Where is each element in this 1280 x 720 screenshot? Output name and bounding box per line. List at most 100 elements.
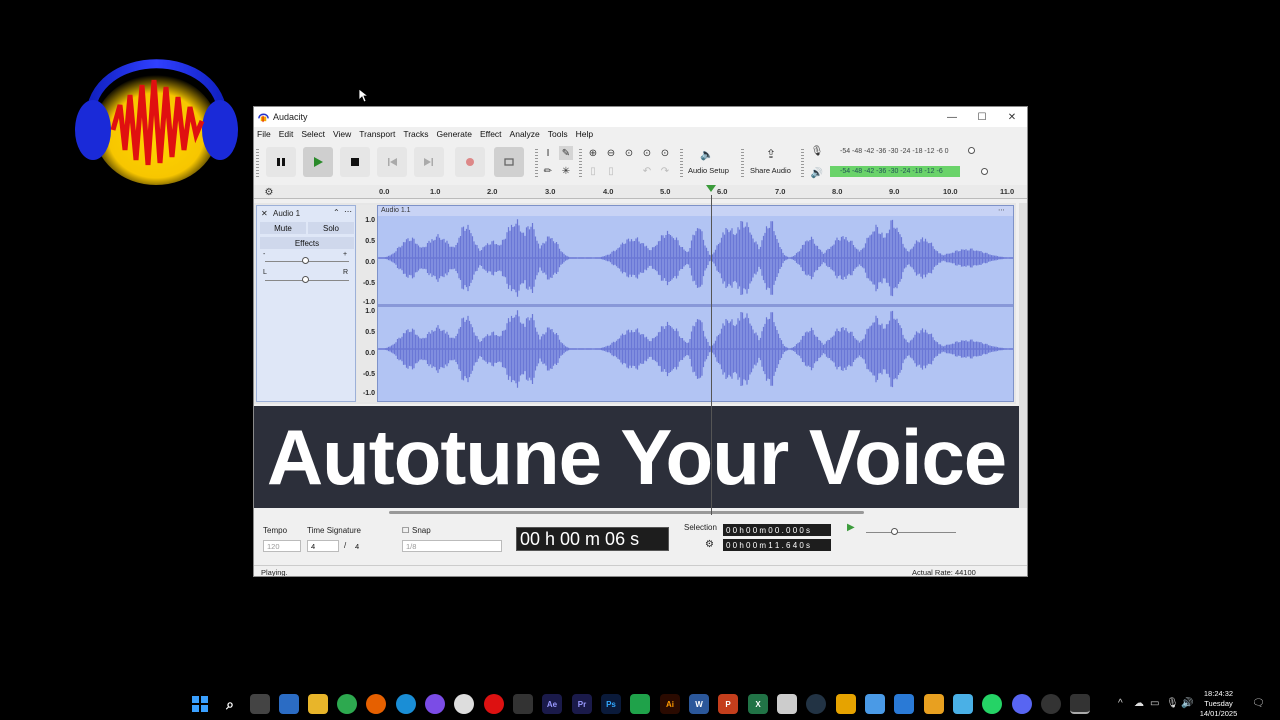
snap-checkbox[interactable]: ☐: [402, 526, 409, 535]
menu-analyze[interactable]: Analyze: [510, 129, 540, 139]
play-speed-knob[interactable]: [891, 528, 898, 535]
microphone-icon[interactable]: 🎙: [810, 144, 824, 158]
excel-icon[interactable]: X: [748, 694, 768, 714]
edge-icon[interactable]: [396, 694, 416, 714]
waveform-clip[interactable]: Audio 1.1 ⋯: [377, 205, 1014, 402]
droplet-app-icon[interactable]: [865, 694, 885, 714]
zoom-selection-icon[interactable]: ⊙: [622, 146, 636, 160]
blue-app-icon[interactable]: [894, 694, 914, 714]
settings-app-icon[interactable]: [953, 694, 973, 714]
vertical-scrollbar[interactable]: [1019, 203, 1027, 508]
toolbar-grip[interactable]: [680, 149, 683, 179]
toolbar-grip[interactable]: [579, 149, 582, 179]
clip-header[interactable]: Audio 1.1 ⋯: [378, 206, 1013, 216]
track-menu-icon[interactable]: ⋯: [344, 207, 352, 216]
playback-meter[interactable]: -54 -48 -42 -36 -30 -24 -18 -12 -6: [830, 166, 960, 177]
toolbar-grip[interactable]: [535, 149, 538, 179]
playback-speaker-icon[interactable]: 🔊: [810, 166, 824, 180]
time-display[interactable]: 00 h 00 m 06 s: [516, 527, 669, 551]
orange-app-icon[interactable]: [924, 694, 944, 714]
toolbar-grip[interactable]: [801, 149, 804, 179]
share-icon[interactable]: ⇪: [764, 147, 778, 161]
zoom-out-icon[interactable]: ⊖: [604, 146, 618, 160]
menu-effect[interactable]: Effect: [480, 129, 502, 139]
illustrator-icon[interactable]: Ai: [660, 694, 680, 714]
zoom-toggle-icon[interactable]: ⊙: [658, 146, 672, 160]
search-icon[interactable]: ⌕: [220, 694, 240, 714]
horizontal-scrollbar[interactable]: [389, 511, 864, 514]
menu-tracks[interactable]: Tracks: [403, 129, 428, 139]
menu-view[interactable]: View: [333, 129, 351, 139]
skip-to-start-button[interactable]: [377, 147, 407, 177]
green-app-icon[interactable]: [630, 694, 650, 714]
tempo-field[interactable]: 120: [263, 540, 301, 552]
after-effects-icon[interactable]: Ae: [542, 694, 562, 714]
selection-start-time[interactable]: 0 0 h 0 0 m 0 0 . 0 0 0 s: [723, 524, 831, 536]
audio-setup-button[interactable]: Audio Setup: [688, 166, 729, 175]
skip-to-end-button[interactable]: [414, 147, 444, 177]
track-name[interactable]: Audio 1: [273, 209, 300, 218]
widgets-icon[interactable]: [279, 694, 299, 714]
zoom-in-icon[interactable]: ⊕: [586, 146, 600, 160]
share-audio-button[interactable]: Share Audio: [750, 166, 791, 175]
minimize-icon[interactable]: —: [937, 112, 967, 123]
photoshop-icon[interactable]: Ps: [601, 694, 621, 714]
file-explorer-icon[interactable]: [308, 694, 328, 714]
menu-file[interactable]: File: [257, 129, 271, 139]
clip-name[interactable]: Audio 1.1: [381, 207, 411, 214]
record-level-knob[interactable]: [968, 147, 975, 154]
windows-start-icon[interactable]: [190, 694, 210, 714]
network-icon[interactable]: ▭: [1150, 698, 1159, 709]
effects-button[interactable]: Effects: [260, 237, 354, 249]
close-icon[interactable]: ✕: [997, 112, 1027, 123]
messenger-icon[interactable]: [425, 694, 445, 714]
microphone-tray-icon[interactable]: 🎙: [1166, 698, 1179, 709]
record-meter-scale[interactable]: -54 -48 -42 -36 -30 -24 -18 -12 -6 0: [840, 145, 949, 157]
draw-tool-icon[interactable]: ✏: [541, 164, 555, 178]
menu-transport[interactable]: Transport: [359, 129, 395, 139]
trim-icon[interactable]: ▯: [586, 164, 600, 178]
snap-select[interactable]: 1/8: [402, 540, 502, 552]
maximize-icon[interactable]: ☐: [967, 112, 997, 123]
premiere-icon[interactable]: Pr: [572, 694, 592, 714]
playback-level-knob[interactable]: [981, 168, 988, 175]
solo-button[interactable]: Solo: [308, 222, 354, 234]
play-at-speed-icon[interactable]: ▶: [847, 522, 855, 533]
menu-tools[interactable]: Tools: [548, 129, 568, 139]
volume-icon[interactable]: 🔊: [1181, 698, 1193, 709]
chrome-alt-icon[interactable]: [454, 694, 474, 714]
toolbar-grip[interactable]: [256, 149, 259, 179]
video-editor-icon[interactable]: [513, 694, 533, 714]
redo-icon[interactable]: ↷: [658, 164, 672, 178]
opera-icon[interactable]: [484, 694, 504, 714]
track-collapse-icon[interactable]: ⌃: [333, 208, 340, 217]
record-button[interactable]: [455, 147, 485, 177]
loop-button[interactable]: [494, 147, 524, 177]
stop-button[interactable]: [340, 147, 370, 177]
playhead-icon[interactable]: [706, 185, 716, 193]
notifications-icon[interactable]: 🗨: [1252, 698, 1265, 709]
gain-slider-knob[interactable]: [302, 257, 309, 264]
track-close-icon[interactable]: ✕: [261, 209, 268, 218]
timeline-settings-icon[interactable]: ⚙: [262, 185, 276, 199]
tray-app-icon[interactable]: ☁: [1134, 698, 1144, 709]
pause-button[interactable]: [266, 147, 296, 177]
selection-tool-icon[interactable]: I: [541, 146, 555, 160]
settings-gear-icon[interactable]: [1041, 694, 1061, 714]
word-icon[interactable]: W: [689, 694, 709, 714]
envelope-tool-icon[interactable]: ✎: [559, 146, 573, 160]
clip-menu-icon[interactable]: ⋯: [998, 206, 1005, 216]
menu-select[interactable]: Select: [301, 129, 325, 139]
whatsapp-icon[interactable]: [982, 694, 1002, 714]
menu-help[interactable]: Help: [576, 129, 593, 139]
selection-settings-icon[interactable]: ⚙: [705, 539, 714, 550]
multi-tool-icon[interactable]: ✳: [559, 164, 573, 178]
pan-slider-knob[interactable]: [302, 276, 309, 283]
zoom-fit-icon[interactable]: ⊙: [640, 146, 654, 160]
mute-button[interactable]: Mute: [260, 222, 306, 234]
time-signature-denominator[interactable]: 4: [351, 540, 383, 552]
selection-end-time[interactable]: 0 0 h 0 0 m 1 1 . 6 4 0 s: [723, 539, 831, 551]
powerpoint-icon[interactable]: P: [718, 694, 738, 714]
menu-generate[interactable]: Generate: [437, 129, 472, 139]
undo-icon[interactable]: ↶: [640, 164, 654, 178]
